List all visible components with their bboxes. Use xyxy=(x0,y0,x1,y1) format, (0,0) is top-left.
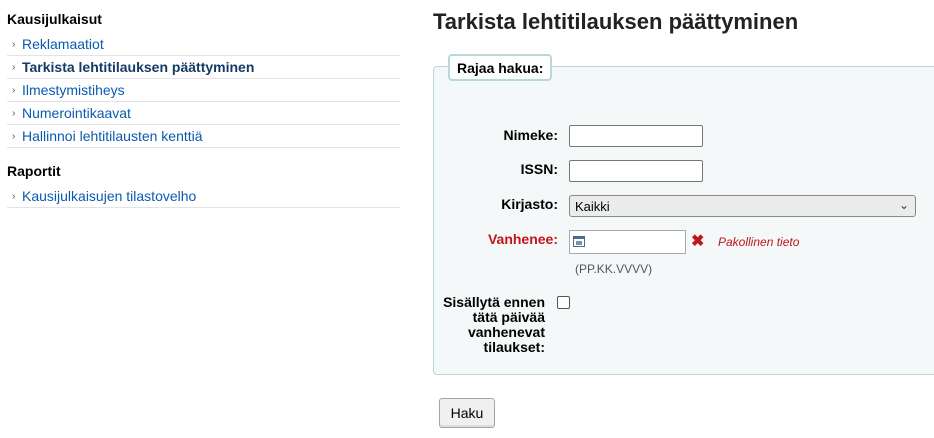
issn-input[interactable] xyxy=(569,160,703,182)
nav-link-numbering-patterns[interactable]: Numerointikaavat xyxy=(22,105,131,121)
library-select-value: Kaikki xyxy=(575,198,610,214)
section-title-serials: Kausijulkaisut xyxy=(7,11,102,27)
nav-item-claims[interactable]: › Reklamaatiot xyxy=(7,33,400,56)
expires-label: Vanhenee: xyxy=(487,231,558,247)
nav-link-frequencies[interactable]: Ilmestymistiheys xyxy=(22,82,125,98)
nav-link-manage-fields[interactable]: Hallinnoi lehtitilausten kenttiä xyxy=(22,128,203,144)
date-format-hint: (PP.KK.VVVV) xyxy=(575,262,653,276)
library-select[interactable]: Kaikki ⌄ xyxy=(569,195,916,217)
nav-item-check-expiration[interactable]: › Tarkista lehtitilauksen päättyminen xyxy=(7,56,400,79)
serials-nav-list: › Reklamaatiot › Tarkista lehtitilauksen p… xyxy=(7,33,400,148)
reports-nav-list: › Kausijulkaisujen tilastovelho xyxy=(7,185,400,208)
include-expired-checkbox[interactable] xyxy=(557,296,570,309)
nav-link-check-expiration[interactable]: Tarkista lehtitilauksen päättyminen xyxy=(22,59,254,75)
issn-label: ISSN: xyxy=(520,161,558,177)
library-label: Kirjasto: xyxy=(501,196,558,212)
nav-link-claims[interactable]: Reklamaatiot xyxy=(22,36,104,52)
chevron-right-icon: › xyxy=(12,84,16,96)
chevron-right-icon: › xyxy=(12,38,16,50)
nav-link-serials-statistics[interactable]: Kausijulkaisujen tilastovelho xyxy=(22,188,196,204)
calendar-icon[interactable] xyxy=(573,236,585,247)
clear-date-icon[interactable]: ✖ xyxy=(691,231,704,251)
chevron-right-icon: › xyxy=(12,107,16,119)
chevron-right-icon: › xyxy=(12,61,16,73)
expires-date-input[interactable] xyxy=(569,230,686,254)
chevron-right-icon: › xyxy=(12,130,16,142)
nav-item-frequencies[interactable]: › Ilmestymistiheys xyxy=(7,79,400,102)
chevron-right-icon: › xyxy=(12,190,16,202)
nav-item-numbering-patterns[interactable]: › Numerointikaavat xyxy=(7,102,400,125)
nav-item-manage-fields[interactable]: › Hallinnoi lehtitilausten kenttiä xyxy=(7,125,400,148)
page-title: Tarkista lehtitilauksen päättyminen xyxy=(433,9,799,34)
nav-item-serials-statistics[interactable]: › Kausijulkaisujen tilastovelho xyxy=(7,185,400,208)
required-message: Pakollinen tieto xyxy=(718,235,800,249)
include-expired-label: Sisällytä ennen tätä päivää vanhenevat t… xyxy=(443,294,545,355)
search-button[interactable]: Haku xyxy=(439,398,495,428)
title-input[interactable] xyxy=(569,125,703,147)
filter-legend: Rajaa hakua: xyxy=(448,54,553,81)
chevron-down-icon: ⌄ xyxy=(898,198,909,212)
title-label: Nimeke: xyxy=(503,127,558,143)
section-title-reports: Raportit xyxy=(7,163,61,179)
